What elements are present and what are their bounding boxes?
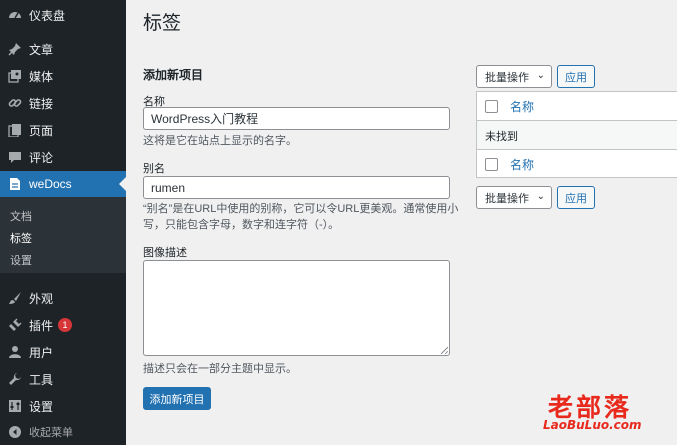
- chevron-down-icon: ⌄: [536, 191, 545, 202]
- sidebar-item-settings[interactable]: 设置: [0, 393, 126, 419]
- name-field-description: 这将是它在站点上显示的名字。: [143, 135, 297, 147]
- page-title: 标签: [143, 13, 182, 34]
- sidebar-item-posts[interactable]: 文章: [0, 36, 126, 62]
- sidebar-item-label: 插件: [29, 318, 54, 333]
- sidebar-item-label: 媒体: [29, 69, 54, 84]
- brush-icon: [8, 291, 22, 305]
- sidebar-item-appearance[interactable]: 外观: [0, 285, 126, 311]
- sidebar-item-tools[interactable]: 工具: [0, 366, 126, 392]
- add-new-term-heading: 添加新项目: [143, 68, 204, 82]
- slug-field-description-line1: “别名”是在URL中使用的别称，它可以令URL更美观。通常使用小: [143, 203, 459, 215]
- sidebar-item-plugins[interactable]: 插件 1: [0, 312, 126, 338]
- table-footer-row: 名称: [477, 149, 677, 178]
- apply-button-top[interactable]: 应用: [557, 65, 595, 88]
- textarea-resize-handle[interactable]: [441, 347, 448, 354]
- image-description-textarea[interactable]: [143, 260, 450, 356]
- media-icon: [8, 69, 22, 83]
- pin-icon: [8, 42, 22, 56]
- no-items-message: 未找到: [485, 130, 518, 143]
- image-description-note: 描述只会在一部分主题中显示。: [143, 363, 297, 375]
- sidebar-item-media[interactable]: 媒体: [0, 63, 126, 89]
- sidebar-item-label: 评论: [29, 150, 54, 165]
- watermark-logo: 老部落 LaoBuLuo.com: [540, 388, 670, 436]
- table-header-row: 名称: [477, 92, 677, 121]
- user-icon: [8, 345, 22, 359]
- apply-button-bottom[interactable]: 应用: [557, 186, 595, 209]
- admin-sidebar: 仪表盘 文章 媒体 链接 页面 评论 weDocs 文档 标签 设置 外观 插件…: [0, 0, 126, 445]
- sidebar-item-label: 用户: [29, 345, 54, 360]
- select-all-checkbox-footer[interactable]: [485, 157, 498, 171]
- active-indicator: [119, 177, 126, 191]
- docs-icon: [8, 177, 22, 191]
- sidebar-item-label: 仪表盘: [29, 8, 66, 23]
- comment-icon: [8, 150, 22, 164]
- slug-field[interactable]: [143, 176, 450, 199]
- collapse-arrow-icon: [8, 425, 22, 439]
- terms-table: 名称 未找到 名称: [476, 91, 677, 178]
- settings-icon: [8, 399, 22, 413]
- sidebar-item-label: 设置: [29, 399, 54, 414]
- page-icon: [8, 123, 22, 137]
- slug-field-label: 别名: [143, 163, 165, 175]
- link-icon: [8, 96, 22, 110]
- column-name-sort-link[interactable]: 名称: [510, 98, 534, 115]
- add-new-term-button[interactable]: 添加新项目: [143, 387, 211, 410]
- update-count-badge: 1: [58, 318, 73, 332]
- dashboard-icon: [8, 8, 22, 22]
- slug-field-description-line2: 写，只能包含字母，数字和连字符（-）。: [143, 219, 340, 231]
- wrench-icon: [8, 372, 22, 386]
- collapse-menu-label: 收起菜单: [29, 427, 73, 439]
- submenu-item-settings[interactable]: 设置: [10, 252, 32, 268]
- image-description-label: 图像描述: [143, 247, 187, 259]
- select-all-checkbox[interactable]: [485, 99, 498, 113]
- watermark-text-en: LaoBuLuo.com: [543, 418, 642, 432]
- name-field[interactable]: [143, 107, 450, 130]
- bulk-action-selected: 批量操作: [485, 192, 529, 205]
- bulk-action-selected: 批量操作: [485, 71, 529, 84]
- sidebar-item-wedocs[interactable]: weDocs: [0, 171, 126, 197]
- wedocs-submenu: 文档 标签 设置: [0, 197, 126, 273]
- sidebar-item-label: 链接: [29, 96, 54, 111]
- sidebar-item-label: 页面: [29, 123, 54, 138]
- sidebar-item-users[interactable]: 用户: [0, 339, 126, 365]
- sidebar-item-dashboard[interactable]: 仪表盘: [0, 2, 126, 28]
- sidebar-item-label: 工具: [29, 372, 54, 387]
- sidebar-item-comments[interactable]: 评论: [0, 144, 126, 170]
- bulk-action-select-top[interactable]: 批量操作 ⌄: [476, 65, 552, 88]
- submenu-item-tags[interactable]: 标签: [10, 230, 32, 246]
- bulk-action-select-bottom[interactable]: 批量操作 ⌄: [476, 186, 552, 209]
- sidebar-item-label: weDocs: [29, 177, 72, 191]
- collapse-menu-button[interactable]: 收起菜单: [0, 419, 126, 445]
- column-name-sort-link-footer[interactable]: 名称: [510, 156, 534, 173]
- submenu-item-docs[interactable]: 文档: [10, 208, 32, 224]
- sidebar-item-links[interactable]: 链接: [0, 90, 126, 116]
- table-row: 未找到: [477, 121, 677, 150]
- sidebar-item-label: 文章: [29, 42, 54, 57]
- chevron-down-icon: ⌄: [536, 70, 545, 81]
- plugin-icon: [8, 318, 22, 332]
- sidebar-item-label: 外观: [29, 291, 54, 306]
- sidebar-item-pages[interactable]: 页面: [0, 117, 126, 143]
